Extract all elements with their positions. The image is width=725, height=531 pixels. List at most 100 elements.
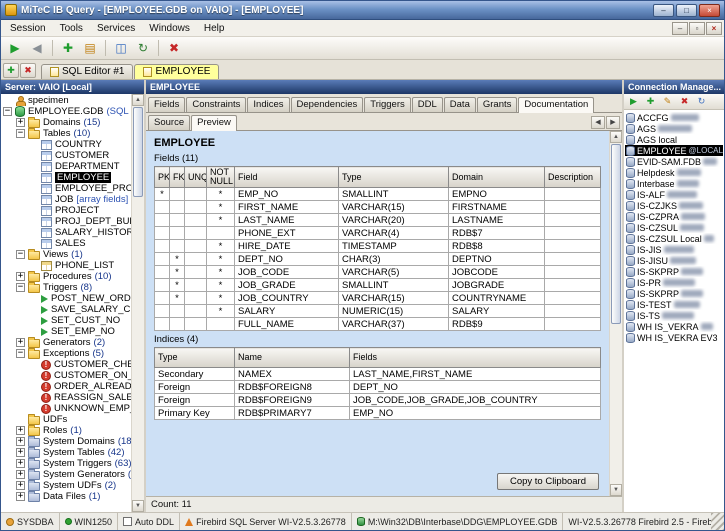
tree-item-views[interactable]: −Views(1) bbox=[1, 249, 131, 260]
tree-item-system-udfs[interactable]: +System UDFs(2) bbox=[1, 480, 131, 491]
scroll-left-icon[interactable]: ◀ bbox=[591, 116, 605, 129]
table-row[interactable]: Primary KeyRDB$PRIMARY7EMP_NO bbox=[155, 407, 601, 420]
connection-item-is-skprp[interactable]: IS-SKPRP bbox=[625, 266, 723, 277]
tree-item-salary-history[interactable]: SALARY_HISTORY bbox=[1, 227, 131, 238]
tree-item-country[interactable]: COUNTRY bbox=[1, 139, 131, 150]
tree-item-system-tables[interactable]: +System Tables(42) bbox=[1, 447, 131, 458]
delete-connection-icon[interactable]: ✖ bbox=[677, 95, 692, 109]
tree-item-proj-dept-budget[interactable]: PROJ_DEPT_BUDGET[intege bbox=[1, 216, 131, 227]
tree-scrollbar[interactable] bbox=[131, 94, 144, 512]
register-database-icon[interactable]: ✚ bbox=[58, 39, 78, 58]
table-row[interactable]: **DEPT_NOCHAR(3)DEPTNO bbox=[155, 253, 601, 266]
tree-item-customer-on-hold[interactable]: CUSTOMER_ON_HOLD[d&dc bbox=[1, 370, 131, 381]
expand-toggle[interactable]: − bbox=[16, 250, 25, 259]
connection-item-ags[interactable]: AGS bbox=[625, 123, 723, 134]
tree-item-generators[interactable]: +Generators(2) bbox=[1, 337, 131, 348]
connection-item-is-alf[interactable]: IS-ALF bbox=[625, 189, 723, 200]
expand-toggle[interactable]: + bbox=[16, 459, 25, 468]
table-row[interactable]: **JOB_COUNTRYVARCHAR(15)COUNTRYNAME bbox=[155, 292, 601, 305]
column-header[interactable]: UNQ bbox=[185, 167, 207, 188]
connection-item-is-pr[interactable]: IS-PR bbox=[625, 277, 723, 288]
close-button[interactable]: × bbox=[699, 4, 720, 17]
tree-item-data-files[interactable]: +Data Files(1) bbox=[1, 491, 131, 502]
new-sql-editor-icon[interactable]: ✚ bbox=[3, 63, 19, 78]
tree-item-set-emp-no[interactable]: SET_EMP_NO bbox=[1, 326, 131, 337]
minimize-button[interactable]: – bbox=[653, 4, 674, 17]
tree-item-department[interactable]: DEPARTMENT bbox=[1, 161, 131, 172]
column-header[interactable]: Type bbox=[155, 348, 235, 368]
connection-item-is-jisu[interactable]: IS-JISU bbox=[625, 255, 723, 266]
tab-ddl[interactable]: DDL bbox=[412, 97, 443, 112]
table-row[interactable]: *FIRST_NAMEVARCHAR(15)FIRSTNAME bbox=[155, 201, 601, 214]
copy-to-clipboard-button[interactable]: Copy to Clipboard bbox=[497, 473, 599, 490]
refresh-icon[interactable]: ↻ bbox=[133, 39, 153, 58]
tree-item-system-triggers[interactable]: +System Triggers(63) bbox=[1, 458, 131, 469]
menu-item-help[interactable]: Help bbox=[197, 22, 232, 35]
menu-item-windows[interactable]: Windows bbox=[142, 22, 197, 35]
tree-item-phone-list[interactable]: PHONE_LIST bbox=[1, 260, 131, 271]
scrollbar-thumb[interactable] bbox=[133, 107, 143, 197]
column-header[interactable]: PK bbox=[155, 167, 170, 188]
connection-item-is-czsul[interactable]: IS-CZSUL bbox=[625, 222, 723, 233]
tab-documentation[interactable]: Documentation bbox=[518, 97, 594, 113]
scrollbar-track[interactable] bbox=[132, 106, 144, 500]
table-row[interactable]: **EMP_NOSMALLINTEMPNO bbox=[155, 188, 601, 201]
table-row[interactable]: **JOB_CODEVARCHAR(5)JOBCODE bbox=[155, 266, 601, 279]
table-row[interactable]: SecondaryNAMEXLAST_NAME,FIRST_NAME bbox=[155, 368, 601, 381]
connection-item-ags-local[interactable]: AGS local bbox=[625, 134, 723, 145]
add-connection-icon[interactable]: ✚ bbox=[643, 95, 658, 109]
tab-grants[interactable]: Grants bbox=[477, 97, 518, 112]
table-row[interactable]: **JOB_GRADESMALLINTJOBGRADE bbox=[155, 279, 601, 292]
expand-toggle[interactable]: + bbox=[16, 481, 25, 490]
column-header[interactable]: Domain bbox=[449, 167, 545, 188]
expand-toggle[interactable]: + bbox=[16, 470, 25, 479]
connection-item-is-skprp[interactable]: IS-SKPRP bbox=[625, 288, 723, 299]
scrollbar-track[interactable] bbox=[610, 143, 622, 484]
connection-item-wh-is-vekra[interactable]: WH IS_VEKRA bbox=[625, 321, 723, 332]
mdi-close-button[interactable]: × bbox=[706, 22, 722, 35]
tab-data[interactable]: Data bbox=[444, 97, 476, 112]
table-row[interactable]: *LAST_NAMEVARCHAR(20)LASTNAME bbox=[155, 214, 601, 227]
scroll-up-button[interactable] bbox=[132, 94, 144, 106]
tree-item-employee-gdb[interactable]: −EMPLOYEE.GDB(SQL Dialect 1) bbox=[1, 106, 131, 117]
expand-toggle[interactable]: + bbox=[16, 448, 25, 457]
tree-item-domains[interactable]: +Domains(15) bbox=[1, 117, 131, 128]
table-row[interactable]: FULL_NAMEVARCHAR(37)RDB$9 bbox=[155, 318, 601, 331]
tree-item-roles[interactable]: +Roles(1) bbox=[1, 425, 131, 436]
tree-item-customer[interactable]: CUSTOMER bbox=[1, 150, 131, 161]
subtab-preview[interactable]: Preview bbox=[191, 115, 237, 131]
connection-item-employee[interactable]: EMPLOYEE@LOCALHOST bbox=[625, 145, 723, 156]
tree-item-set-cust-no[interactable]: SET_CUST_NO bbox=[1, 315, 131, 326]
expand-toggle[interactable]: − bbox=[16, 129, 25, 138]
preview-scrollbar[interactable] bbox=[609, 131, 622, 496]
connect-database-icon[interactable]: ▶ bbox=[626, 95, 641, 109]
tab-fields[interactable]: Fields bbox=[148, 97, 185, 112]
scrollbar-thumb[interactable] bbox=[611, 144, 621, 324]
connection-item-is-czjks[interactable]: IS-CZJKS bbox=[625, 200, 723, 211]
tree-item-reassign-sales[interactable]: REASSIGN_SALES bbox=[1, 392, 131, 403]
connection-item-is-czsul-local[interactable]: IS-CZSUL Local bbox=[625, 233, 723, 244]
tree-item-save-salary-change[interactable]: SAVE_SALARY_CHANGE bbox=[1, 304, 131, 315]
expand-toggle[interactable]: + bbox=[16, 492, 25, 501]
tab-constraints[interactable]: Constraints bbox=[186, 97, 246, 112]
tree-item-tables[interactable]: −Tables(10) bbox=[1, 128, 131, 139]
scroll-right-icon[interactable]: ▶ bbox=[606, 116, 620, 129]
tree-item-post-new-order[interactable]: POST_NEW_ORDER[post ne bbox=[1, 293, 131, 304]
scroll-up-button[interactable] bbox=[610, 131, 622, 143]
column-header[interactable]: FK bbox=[170, 167, 185, 188]
expand-toggle[interactable]: − bbox=[16, 349, 25, 358]
table-row[interactable]: ForeignRDB$FOREIGN9JOB_CODE,JOB_GRADE,JO… bbox=[155, 394, 601, 407]
mdi-minimize-button[interactable]: – bbox=[672, 22, 688, 35]
auto-ddl-checkbox[interactable] bbox=[123, 517, 132, 526]
tree-item-sales[interactable]: SALES bbox=[1, 238, 131, 249]
tab-dependencies[interactable]: Dependencies bbox=[291, 97, 364, 112]
document-tab-employee[interactable]: EMPLOYEE bbox=[134, 64, 219, 79]
column-header[interactable]: Description bbox=[545, 167, 601, 188]
column-header[interactable]: Type bbox=[339, 167, 449, 188]
expand-toggle[interactable]: + bbox=[16, 118, 25, 127]
expand-toggle[interactable]: + bbox=[16, 338, 25, 347]
tree-item-employee-project[interactable]: EMPLOYEE_PROJECT bbox=[1, 183, 131, 194]
expand-toggle[interactable]: − bbox=[16, 283, 25, 292]
expand-toggle[interactable]: + bbox=[16, 437, 25, 446]
tree-item-procedures[interactable]: +Procedures(10) bbox=[1, 271, 131, 282]
